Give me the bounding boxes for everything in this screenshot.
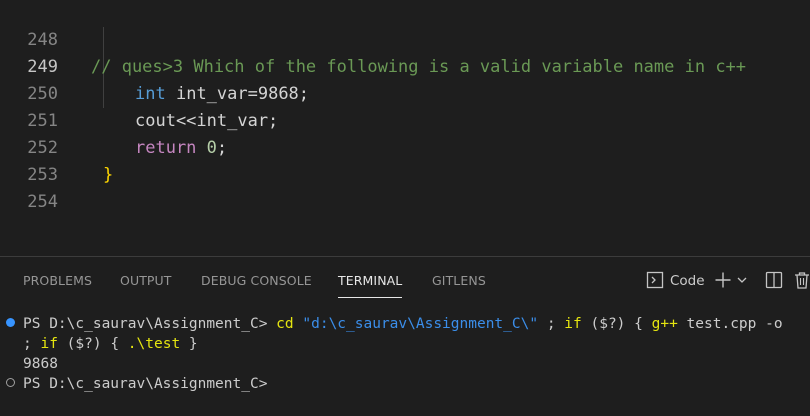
cmd-cd: cd <box>276 316 294 332</box>
line-number: 254 <box>27 192 58 212</box>
cmd-args: test.cpp -o <box>686 316 783 332</box>
split-terminal-button[interactable] <box>765 271 783 299</box>
terminal-dropdown-button[interactable] <box>736 271 748 299</box>
cmd-open: { <box>634 316 643 332</box>
cmd2-if: if <box>40 336 58 352</box>
terminal-icon <box>646 271 664 289</box>
tab-terminal[interactable]: TERMINAL <box>338 271 403 298</box>
new-terminal-button[interactable] <box>714 271 732 299</box>
cmd-status: ($?) <box>590 316 626 332</box>
tab-gitlens[interactable]: GITLENS <box>432 271 486 299</box>
cmd-gpp: g++ <box>651 316 678 332</box>
command-success-dot <box>6 318 15 327</box>
terminal-line-command: PS D:\c_saurav\Assignment_C> cd "d:\c_sa… <box>23 314 810 334</box>
tab-debug-console[interactable]: DEBUG CONSOLE <box>201 271 312 299</box>
terminal-line-output: 9868 <box>23 356 58 372</box>
cmd-sep: ; <box>546 316 556 332</box>
chevron-down-icon <box>737 277 747 283</box>
cmd2-sep: ; <box>23 336 32 352</box>
trash-icon <box>795 272 809 289</box>
code-editor[interactable]: 248 // ques>3 Which of the following is … <box>0 0 810 256</box>
kill-terminal-button[interactable] <box>794 271 810 299</box>
cmd2-run: .\test <box>127 336 181 352</box>
code-line-253[interactable]: 253 <box>0 135 810 185</box>
panel-actions: Code <box>640 267 810 295</box>
terminal-prompt: PS D:\c_saurav\Assignment_C> <box>23 316 268 332</box>
terminal-line-command-cont: ; if ($?) { .\test } <box>23 334 198 354</box>
code-line-254[interactable]: 254 <box>0 162 810 212</box>
code-line-252[interactable]: 252 } <box>0 108 810 185</box>
panel-tabs: PROBLEMS OUTPUT DEBUG CONSOLE TERMINAL G… <box>0 257 620 301</box>
cmd-if: if <box>564 316 582 332</box>
code-line-251[interactable]: 251 return 0; <box>0 81 810 158</box>
code-line-248[interactable]: 248 // ques>3 Which of the following is … <box>0 0 810 77</box>
terminal-line-prompt: PS D:\c_saurav\Assignment_C> <box>23 376 268 392</box>
tab-output[interactable]: OUTPUT <box>120 271 172 299</box>
code-line-249[interactable]: 249 int int_var=9868; <box>0 27 810 104</box>
cmd2-open: { <box>110 336 120 352</box>
cmd2-status: ($?) <box>66 336 102 352</box>
prompt-empty-dot <box>6 378 15 387</box>
code-line-250[interactable]: 250 cout<<int_var; <box>0 54 810 131</box>
cmd-path: "d:\c_saurav\Assignment_C\" <box>302 316 539 332</box>
bottom-panel: PROBLEMS OUTPUT DEBUG CONSOLE TERMINAL G… <box>0 256 810 416</box>
terminal-profile-label: Code <box>670 273 705 289</box>
tab-problems[interactable]: PROBLEMS <box>23 271 92 299</box>
cmd2-close: } <box>188 336 198 352</box>
split-icon <box>765 271 783 289</box>
plus-icon <box>715 272 731 288</box>
